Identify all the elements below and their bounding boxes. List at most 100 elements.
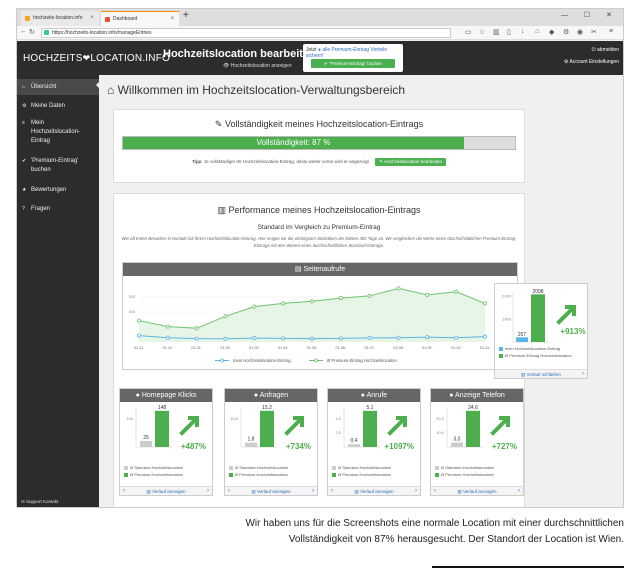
new-tab-button[interactable]: + xyxy=(183,10,189,21)
list-icon: ≡ xyxy=(22,120,25,126)
data-point xyxy=(309,299,314,304)
sidebar-toggle-icon[interactable]: ▯ xyxy=(507,28,511,36)
kpi-legend-prem: Ø Premium-Hochzeitslocation xyxy=(332,472,391,477)
history-link[interactable]: ‹ › ▥ Verlauf anzeigen xyxy=(431,486,523,495)
data-point xyxy=(281,301,286,306)
support-link[interactable]: ✉ Support Kontakt xyxy=(21,499,58,505)
chevron-right-icon: › xyxy=(415,488,417,494)
data-point xyxy=(165,335,170,340)
kpi-prem-value: 24,6 xyxy=(468,405,478,411)
address-input[interactable]: https://hochzeits-location.info/manageEn… xyxy=(41,28,451,38)
chevron-left-icon: ‹ xyxy=(434,488,436,494)
history-link[interactable]: ‹ › ▥ Verlauf anzeigen xyxy=(328,486,420,495)
trend-up-icon xyxy=(284,416,304,436)
question-icon: ? xyxy=(22,206,25,212)
window-controls[interactable]: — ☐ ✕ xyxy=(561,11,619,19)
chevron-right-icon: › xyxy=(312,488,314,494)
bar xyxy=(531,294,545,342)
show-location-link[interactable]: 👁 Hochzeitslocation anzeigen xyxy=(223,63,292,69)
sidebar-item-bewertungen[interactable]: ★ Bewertungen xyxy=(17,185,99,195)
data-point xyxy=(367,293,372,298)
y-tick-label: 1000 xyxy=(502,316,512,321)
kpi-percent: +734% xyxy=(285,442,311,451)
kpi-std-value: 1,8 xyxy=(248,437,255,443)
data-point xyxy=(482,334,487,339)
performance-description: Wie oft treten Besucher in Kontakt mit I… xyxy=(114,236,524,248)
completeness-panel: ✎ Vollständigkeit meines Hochzeitslocati… xyxy=(113,109,525,183)
history-link[interactable]: ‹ › ▥ Verlauf anzeigen xyxy=(120,486,212,495)
sidebar-item-label: Fragen xyxy=(31,206,51,212)
extension-icon[interactable]: ⚙ xyxy=(563,28,569,36)
tab-dashboard[interactable]: Dashboard × xyxy=(101,11,179,26)
kpi-bar-premium xyxy=(466,410,480,447)
support-label: Support Kontakt xyxy=(26,499,59,504)
sidebar-item-meine-daten[interactable]: ⚙ Meine Daten xyxy=(17,101,99,111)
library-icon[interactable]: ▥ xyxy=(493,28,500,36)
menu-icon[interactable]: ≡ xyxy=(609,28,613,35)
close-tab-icon[interactable]: × xyxy=(90,11,94,26)
kpi-legend-prem: Ø Premium-Hochzeitslocation xyxy=(229,472,288,477)
sync-icon[interactable]: ◉ xyxy=(577,28,583,36)
close-tab-icon[interactable]: × xyxy=(170,12,174,27)
kpi-ytick: 100 xyxy=(126,416,133,421)
sidebar-item-label: 'Premium-Eintrag' buchen xyxy=(31,158,79,173)
premium-area xyxy=(139,288,485,342)
account-settings-link[interactable]: ⚙ Account Einstellungen xyxy=(564,59,619,65)
legend-swatch xyxy=(435,472,439,477)
logout-link[interactable]: ⏻ abmelden xyxy=(592,47,619,53)
data-point xyxy=(338,296,343,301)
kpi-ytick: 10,0 xyxy=(436,430,445,435)
sidebar-item-eintrag[interactable]: ≡ Mein Hochzeitslocation-Eintrag xyxy=(17,119,99,146)
reload-icon[interactable]: ↻ xyxy=(29,28,35,36)
screenshot-icon[interactable]: ✂ xyxy=(591,28,597,36)
download-icon[interactable]: ↓ xyxy=(521,28,525,35)
sidebar-item-label: Bewertungen xyxy=(31,187,67,193)
history-close-link[interactable]: › ▥ Verlauf schließen xyxy=(495,369,587,378)
x-tick-label: 01.03. xyxy=(249,346,260,350)
pocket-icon[interactable]: ◆ xyxy=(549,28,554,36)
chevron-right-icon: › xyxy=(518,488,520,494)
bar-value-label: 207 xyxy=(518,332,527,338)
performance-description-line1: Wie oft treten Besucher in Kontakt mit I… xyxy=(121,236,517,241)
sidebar-item-premium[interactable]: ✔ 'Premium-Eintrag' buchen xyxy=(17,157,99,175)
sidebar-item-label: Meine Daten xyxy=(31,103,66,109)
sidebar-item-fragen[interactable]: ? Fragen xyxy=(17,204,99,214)
edit-location-button[interactable]: ✎ Hochzeitslocation bearbeiten xyxy=(375,158,447,166)
back-icon[interactable]: ← xyxy=(20,28,27,35)
show-location-label: Hochzeitslocation anzeigen xyxy=(230,63,292,69)
trend-up-icon xyxy=(490,416,510,436)
y-tick-label: 2000 xyxy=(502,294,512,299)
pageviews-comparison: 2000 1000 207 2098 +913% mein Hochzeitslocat… xyxy=(494,283,588,379)
caption: Wir haben uns für die Screenshots eine n… xyxy=(146,516,624,548)
divider-line xyxy=(432,566,624,568)
chevron-left-icon: ‹ xyxy=(228,488,230,494)
data-point xyxy=(136,318,141,323)
star-icon: ★ xyxy=(22,187,27,193)
performance-title: ▥ Performance meines Hochzeitslocation-E… xyxy=(114,205,524,216)
completeness-progress-bar: Vollständigkeit: 87 % xyxy=(122,136,516,150)
legend-mine: mein Hochzeitslocation-Eintrag xyxy=(499,346,560,351)
welcome-text: Willkommen im Hochzeitslocation-Verwaltu… xyxy=(117,83,406,97)
file-icon: ▤ xyxy=(294,266,302,273)
kpi-legend-std: Ø Standard-Hochzeitslocation xyxy=(229,465,288,470)
premium-book-button[interactable]: ✔ "Premium-Eintrag" buchen xyxy=(311,59,395,68)
bookmark-star-icon[interactable]: ☆ xyxy=(479,28,485,36)
history-link-label: Verlauf anzeigen xyxy=(359,489,394,494)
history-link[interactable]: ‹ › ▥ Verlauf anzeigen xyxy=(225,486,317,495)
site-logo[interactable]: HOCHZEITS❤LOCATION.INFO xyxy=(23,53,170,64)
reader-icon[interactable]: ▭ xyxy=(465,28,472,36)
legend-premium: Ø Premium-Eintrag Hochzeitslocation xyxy=(499,353,572,358)
performance-description-line2: Eintrags mit den Werten eines durchschni… xyxy=(253,243,385,248)
sidebar-item-uebersicht[interactable]: ⌂ Übersicht xyxy=(17,79,100,95)
favicon-icon xyxy=(25,16,30,21)
bar xyxy=(516,337,528,342)
legend-mine-text: mein Hochzeitslocation-Eintrag xyxy=(233,358,291,363)
x-tick-label: 01.06. xyxy=(336,346,347,350)
pageviews-chart: ▤ Seitenaufrufe 200 100 01.11. 01.12. 01.01.… xyxy=(122,262,518,370)
performance-title-text: Performance meines Hochzeitslocation-Ein… xyxy=(228,205,421,215)
tab-hochzeits-location[interactable]: hochzeits-location.info × xyxy=(21,11,99,26)
legend-swatch xyxy=(124,472,128,477)
kpi-prem-value: 148 xyxy=(158,405,167,411)
x-tick-label: 01.07. xyxy=(364,346,375,350)
home-icon[interactable]: ⌂ xyxy=(535,28,539,35)
